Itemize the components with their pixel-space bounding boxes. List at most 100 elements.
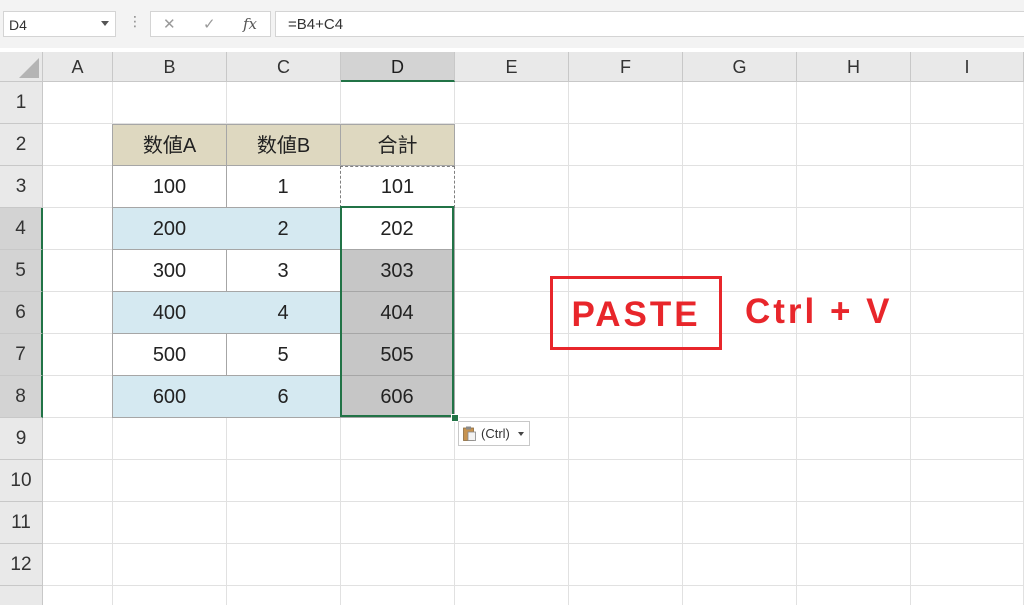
grid-cell[interactable] — [683, 124, 797, 166]
grid-cell[interactable] — [911, 208, 1024, 250]
row-header-10[interactable]: 10 — [0, 460, 43, 502]
grid-cell[interactable] — [43, 418, 113, 460]
grid-cell[interactable] — [569, 166, 683, 208]
row-header-1[interactable]: 1 — [0, 82, 43, 124]
grid-cell[interactable] — [797, 334, 911, 376]
grid-cell[interactable] — [455, 166, 569, 208]
grid-cell[interactable] — [683, 502, 797, 544]
grid-cell[interactable] — [683, 460, 797, 502]
grid-cell[interactable] — [797, 250, 911, 292]
grid-cell[interactable] — [43, 124, 113, 166]
grid-cell[interactable] — [43, 586, 113, 605]
row-header-5[interactable]: 5 — [0, 250, 43, 292]
grid-cell[interactable] — [797, 418, 911, 460]
grid-cell[interactable] — [911, 376, 1024, 418]
grid-cell[interactable] — [455, 208, 569, 250]
cell-d4-active[interactable]: 202 — [340, 208, 455, 250]
header-cell-b2[interactable]: 数値A — [112, 124, 227, 166]
grid-cell[interactable] — [455, 376, 569, 418]
grid-cell[interactable] — [683, 376, 797, 418]
grid-cell[interactable] — [227, 502, 341, 544]
grid-cell[interactable] — [341, 82, 455, 124]
formula-input[interactable]: =B4+C4 — [275, 11, 1024, 37]
cell-b3[interactable]: 100 — [112, 166, 227, 208]
grid-cell[interactable] — [683, 586, 797, 605]
column-header-e[interactable]: E — [455, 52, 569, 82]
paste-options-button[interactable]: (Ctrl) — [458, 421, 530, 446]
grid-cell[interactable] — [797, 586, 911, 605]
column-header-h[interactable]: H — [797, 52, 911, 82]
vertical-dots-icon[interactable]: ⋮ — [128, 13, 142, 30]
grid-cell[interactable] — [455, 460, 569, 502]
grid-cell[interactable] — [683, 544, 797, 586]
column-header-i[interactable]: I — [911, 52, 1024, 82]
grid-cell[interactable] — [683, 208, 797, 250]
row-header-11[interactable]: 11 — [0, 502, 43, 544]
row-header-3[interactable]: 3 — [0, 166, 43, 208]
grid-cell[interactable] — [569, 82, 683, 124]
cell-b5[interactable]: 300 — [112, 250, 227, 292]
grid-cell[interactable] — [455, 502, 569, 544]
enter-icon[interactable]: ✓ — [203, 15, 216, 33]
row-header-4[interactable]: 4 — [0, 208, 43, 250]
row-header-2[interactable]: 2 — [0, 124, 43, 166]
cancel-icon[interactable]: ✕ — [163, 15, 176, 33]
cell-d3-copied[interactable]: 101 — [340, 166, 455, 208]
grid-cell[interactable] — [911, 82, 1024, 124]
row-header-8[interactable]: 8 — [0, 376, 43, 418]
grid-cell[interactable] — [341, 460, 455, 502]
grid-cell[interactable] — [227, 544, 341, 586]
grid-cell[interactable] — [797, 376, 911, 418]
grid-cell[interactable] — [911, 292, 1024, 334]
grid-cell[interactable] — [43, 502, 113, 544]
header-cell-d2[interactable]: 合計 — [340, 124, 455, 166]
grid-cell[interactable] — [341, 544, 455, 586]
grid-cell[interactable] — [911, 418, 1024, 460]
row-header-7[interactable]: 7 — [0, 334, 43, 376]
grid-cell[interactable] — [341, 418, 455, 460]
grid-cell[interactable] — [227, 82, 341, 124]
name-box[interactable]: D4 — [3, 11, 116, 37]
grid-cell[interactable] — [797, 544, 911, 586]
grid-cell[interactable] — [797, 124, 911, 166]
grid-cell[interactable] — [43, 82, 113, 124]
column-header-c[interactable]: C — [227, 52, 341, 82]
grid-cell[interactable] — [43, 334, 113, 376]
grid-cell[interactable] — [227, 460, 341, 502]
grid-cell[interactable] — [43, 544, 113, 586]
grid-cell[interactable] — [911, 124, 1024, 166]
grid-cell[interactable] — [569, 376, 683, 418]
column-header-d[interactable]: D — [341, 52, 455, 82]
grid-cell[interactable] — [43, 166, 113, 208]
grid-cell[interactable] — [569, 586, 683, 605]
grid-cell[interactable] — [911, 502, 1024, 544]
grid-cell[interactable] — [569, 544, 683, 586]
row-header-9[interactable]: 9 — [0, 418, 43, 460]
cell-c5[interactable]: 3 — [226, 250, 341, 292]
grid-cell[interactable] — [455, 82, 569, 124]
grid-cell[interactable] — [455, 124, 569, 166]
grid-cell[interactable] — [569, 124, 683, 166]
grid-cell[interactable] — [113, 502, 227, 544]
grid-cell[interactable] — [455, 586, 569, 605]
grid-cell[interactable] — [569, 502, 683, 544]
grid-cell[interactable] — [569, 418, 683, 460]
grid-cell[interactable] — [341, 586, 455, 605]
cell-c8[interactable]: 6 — [226, 376, 341, 418]
cell-c6[interactable]: 4 — [226, 292, 341, 334]
row-header-13[interactable] — [0, 586, 43, 605]
grid-cell[interactable] — [797, 502, 911, 544]
grid-cell[interactable] — [797, 82, 911, 124]
grid-cell[interactable] — [341, 502, 455, 544]
grid-cell[interactable] — [455, 544, 569, 586]
cell-c4[interactable]: 2 — [226, 208, 341, 250]
header-cell-c2[interactable]: 数値B — [226, 124, 341, 166]
cell-d7[interactable]: 505 — [340, 334, 455, 376]
grid-cell[interactable] — [911, 460, 1024, 502]
grid-cell[interactable] — [113, 460, 227, 502]
grid-cell[interactable] — [911, 334, 1024, 376]
grid-cell[interactable] — [113, 586, 227, 605]
grid-cell[interactable] — [911, 250, 1024, 292]
grid-cell[interactable] — [797, 166, 911, 208]
grid-cell[interactable] — [227, 418, 341, 460]
